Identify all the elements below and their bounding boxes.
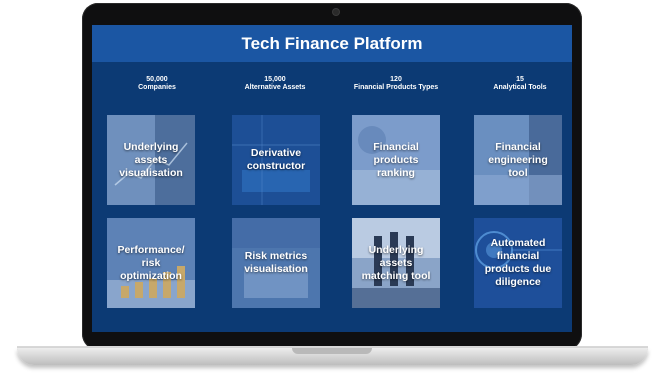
stat-value: 15 <box>516 76 524 83</box>
stat-label: Companies <box>138 84 176 91</box>
tile-label: Underlying assets matching tool <box>361 243 431 282</box>
stat-label: Alternative Assets <box>244 84 306 91</box>
tile-underlying-assets-matching-tool[interactable]: Underlying assets matching tool <box>352 218 440 308</box>
stat-value: 120 <box>390 76 402 83</box>
tile-label: Automated financial products due diligen… <box>484 237 552 288</box>
stat-financial-products-types: 120 Financial Products Types <box>341 76 451 92</box>
tile-risk-metrics-visualisation[interactable]: Risk metrics visualisation <box>232 218 320 308</box>
tile-underlying-assets-visualisation[interactable]: Underlying assets visualisation <box>107 115 195 205</box>
tile-label: Underlying assets visualisation <box>119 140 183 179</box>
stat-companies: 50,000 Companies <box>102 76 212 92</box>
stat-analytical-tools: 15 Analytical Tools <box>465 76 572 92</box>
tile-automated-due-diligence[interactable]: Automated financial products due diligen… <box>474 218 562 308</box>
tile-label: Risk metrics visualisation <box>244 250 308 275</box>
tile-financial-engineering-tool[interactable]: Financial engineering tool <box>474 115 562 205</box>
tile-derivative-constructor[interactable]: Derivative constructor <box>232 115 320 205</box>
stat-alternative-assets: 15,000 Alternative Assets <box>220 76 330 92</box>
tile-performance-risk-optimization[interactable]: Performance/ risk optimization <box>107 218 195 308</box>
tile-label: Financial products ranking <box>373 140 419 179</box>
webcam-icon <box>333 9 339 15</box>
header-bar: Tech Finance Platform <box>92 25 572 62</box>
stat-label: Analytical Tools <box>493 84 547 91</box>
tile-label: Financial engineering tool <box>488 140 548 179</box>
laptop-opening-notch <box>292 348 372 354</box>
stat-value: 15,000 <box>264 76 286 83</box>
page-title: Tech Finance Platform <box>241 33 423 53</box>
stat-value: 50,000 <box>146 76 168 83</box>
laptop-screen: Tech Finance Platform 50,000 Companies 1… <box>92 25 572 332</box>
stat-label: Financial Products Types <box>353 84 439 91</box>
tile-label: Derivative constructor <box>246 147 306 172</box>
tile-label: Performance/ risk optimization <box>117 243 185 282</box>
tile-financial-products-ranking[interactable]: Financial products ranking <box>352 115 440 205</box>
